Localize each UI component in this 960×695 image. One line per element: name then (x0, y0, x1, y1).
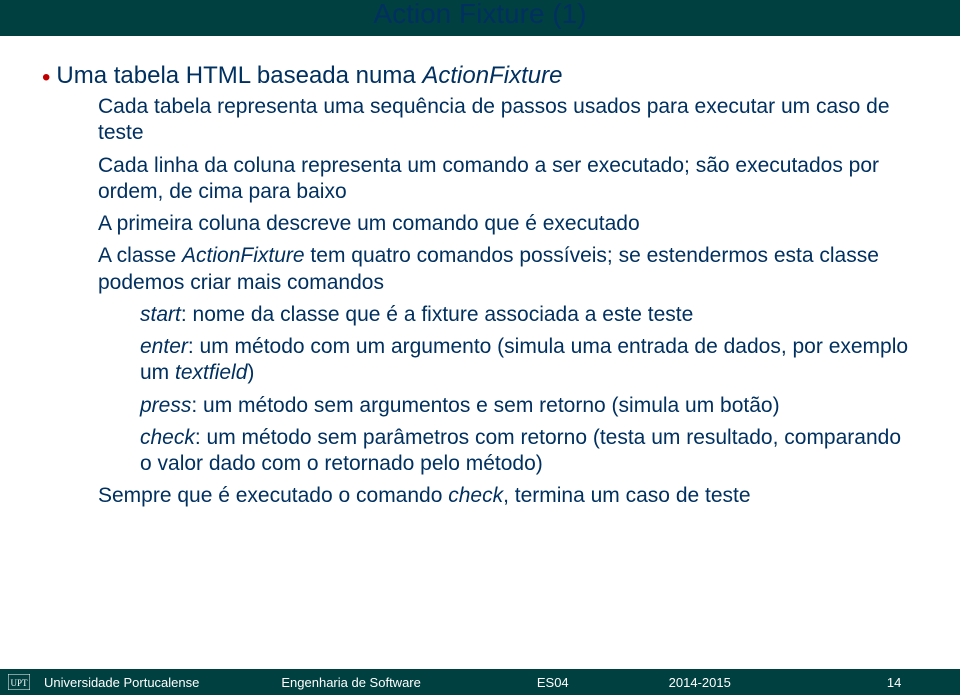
footer-page-number: 14 (887, 675, 901, 690)
svg-text:UPT: UPT (10, 678, 28, 688)
cmd-check-desc: : um método sem parâmetros com retorno (… (140, 426, 901, 475)
sub-1: Cada tabela representa uma sequência de … (98, 94, 918, 147)
sub-final-italic: check (448, 484, 503, 507)
sub-3: A primeira coluna descreve um comando qu… (98, 211, 918, 237)
sub-final-a: Sempre que é executado o comando (98, 484, 448, 507)
cmd-enter-italic2: textfield (175, 361, 247, 384)
cmd-press-desc: : um método sem argumentos e sem retorno… (191, 394, 779, 417)
footer-year: 2014-2015 (669, 675, 731, 690)
sub-4: A classe ActionFixture tem quatro comand… (98, 243, 918, 296)
sub-final-b: , termina um caso de teste (503, 484, 750, 507)
slide-title: Action Fixture (1) (0, 0, 960, 30)
cmd-start-name: start (140, 303, 181, 326)
sub-4-a: A classe (98, 244, 182, 267)
footer-university: Universidade Portucalense (44, 675, 199, 690)
cmd-enter-desc2: ) (247, 361, 254, 384)
footer-code: ES04 (537, 675, 569, 690)
cmd-start-desc: : nome da classe que é a fixture associa… (181, 303, 693, 326)
content-area: • Uma tabela HTML baseada numa ActionFix… (0, 36, 960, 510)
bullet-dot-icon: • (42, 66, 50, 90)
cmd-enter: enter: um método com um argumento (simul… (140, 334, 918, 387)
footer-course: Engenharia de Software (281, 675, 420, 690)
bullet-main-plain: Uma tabela HTML baseada numa (56, 62, 422, 89)
cmd-enter-name: enter (140, 335, 188, 358)
cmd-enter-desc: : um método com um argumento (simula uma… (140, 335, 908, 384)
cmd-press-name: press (140, 394, 191, 417)
sub-4-italic: ActionFixture (182, 244, 305, 267)
bullet-main-italic: ActionFixture (422, 62, 562, 89)
sub-2: Cada linha da coluna representa um coman… (98, 153, 918, 206)
cmd-check-name: check (140, 426, 195, 449)
cmd-press: press: um método sem argumentos e sem re… (140, 393, 918, 419)
bullet-main-text: Uma tabela HTML baseada numa ActionFixtu… (56, 62, 562, 90)
footer-bar: UPT Universidade Portucalense Engenharia… (0, 669, 960, 695)
cmd-check: check: um método sem parâmetros com reto… (140, 425, 918, 478)
bullet-main: • Uma tabela HTML baseada numa ActionFix… (42, 62, 918, 90)
university-logo-icon: UPT (8, 673, 30, 691)
cmd-start: start: nome da classe que é a fixture as… (140, 302, 918, 328)
sub-final: Sempre que é executado o comando check, … (98, 483, 918, 509)
